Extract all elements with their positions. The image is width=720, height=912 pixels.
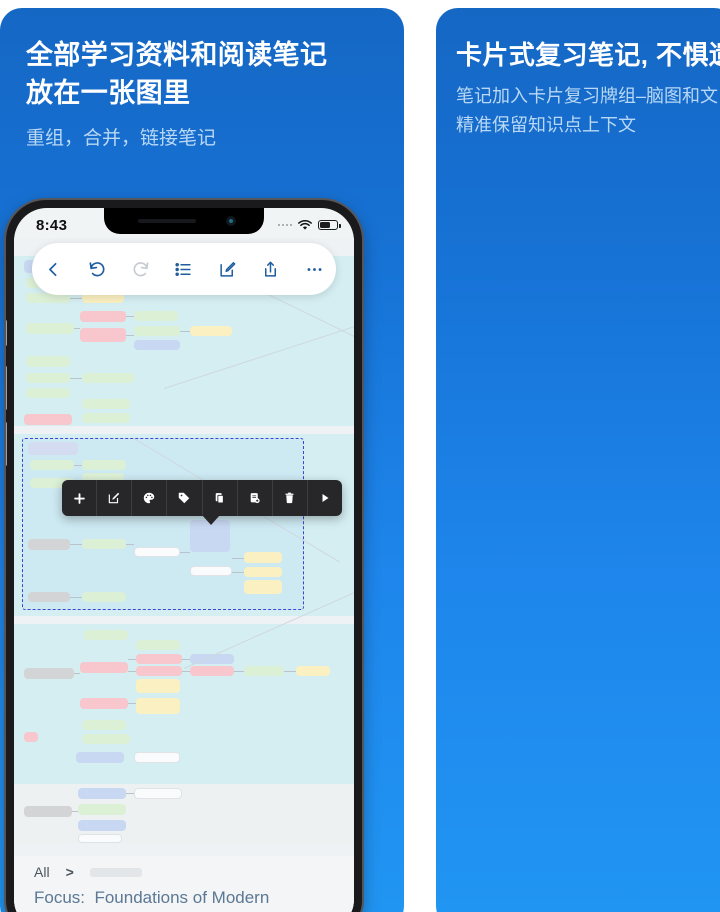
promo-right-head: 卡片式复习笔记, 不惧遗 笔记加入卡片复习牌组–脑图和文 精准保留知识点上下文: [456, 36, 720, 140]
list-icon[interactable]: [171, 256, 197, 282]
node-context-menu[interactable]: [62, 480, 342, 516]
breadcrumb-separator: >: [65, 864, 74, 880]
mindmap-node[interactable]: [136, 679, 180, 693]
phone-notch: [104, 208, 264, 234]
promo-left-head: 全部学习资料和阅读笔记 放在一张图里 重组，合并，链接笔记: [26, 36, 398, 154]
mindmap-region-overflow[interactable]: [14, 784, 354, 844]
front-camera: [226, 216, 236, 226]
clipboard-icon[interactable]: [203, 480, 238, 516]
mindmap-node[interactable]: [244, 552, 282, 563]
context-menu-arrow: [202, 515, 220, 525]
undo-icon[interactable]: [84, 256, 110, 282]
mindmap-node[interactable]: [82, 460, 126, 470]
redo-icon[interactable]: [128, 256, 154, 282]
mindmap-region-selected[interactable]: [14, 434, 354, 616]
mindmap-node[interactable]: [244, 580, 282, 594]
mindmap-node[interactable]: [84, 630, 128, 640]
tag-icon[interactable]: [167, 480, 203, 516]
mindmap-node[interactable]: [82, 413, 130, 423]
mindmap-node[interactable]: [24, 414, 72, 425]
palette-icon[interactable]: [132, 480, 168, 516]
more-icon[interactable]: [301, 256, 327, 282]
status-time: 8:43: [36, 216, 68, 234]
share-icon[interactable]: [258, 256, 284, 282]
mindmap-node[interactable]: [28, 592, 70, 602]
mindmap-node[interactable]: [82, 373, 134, 383]
mindmap-node[interactable]: [80, 698, 128, 709]
edit-icon[interactable]: [214, 256, 240, 282]
mindmap-node[interactable]: [26, 356, 70, 367]
mindmap-node[interactable]: [78, 788, 126, 799]
mindmap-node[interactable]: [136, 698, 180, 714]
mindmap-node[interactable]: [136, 640, 180, 650]
mindmap-node[interactable]: [24, 732, 38, 742]
mindmap-node[interactable]: [78, 820, 126, 831]
mindmap-node[interactable]: [26, 373, 70, 383]
promo-card-right: 卡片式复习笔记, 不惧遗 笔记加入卡片复习牌组–脑图和文 精准保留知识点上下文 …: [436, 8, 720, 912]
mindmap-node[interactable]: [80, 328, 126, 342]
mindmap-node[interactable]: [80, 662, 128, 673]
mindmap-node[interactable]: [26, 388, 70, 398]
phone-screen-left: 8:43 All > Focus: Foundations of Modern: [14, 208, 354, 912]
mindmap-node[interactable]: [134, 340, 180, 350]
plus-icon[interactable]: [62, 480, 98, 516]
breadcrumb-placeholder: [89, 867, 142, 877]
back-icon[interactable]: [41, 256, 67, 282]
promo-right-title: 卡片式复习笔记, 不惧遗: [456, 40, 720, 70]
mindmap-node[interactable]: [80, 311, 126, 322]
mindmap-canvas-left[interactable]: [14, 238, 354, 912]
mindmap-node[interactable]: [24, 668, 74, 679]
mindmap-node[interactable]: [30, 460, 74, 470]
mindmap-node[interactable]: [244, 666, 284, 676]
mindmap-node[interactable]: [190, 326, 232, 336]
promo-card-left: 全部学习资料和阅读笔记 放在一张图里 重组，合并，链接笔记 8:43 All >…: [0, 8, 404, 912]
bottom-info-pane[interactable]: All > Focus: Foundations of Modern Proba…: [14, 856, 354, 912]
status-indicators: [277, 219, 341, 231]
breadcrumb-root[interactable]: All: [34, 864, 50, 880]
mindmap-region-bottom[interactable]: [14, 624, 354, 784]
mindmap-node[interactable]: [136, 654, 182, 664]
battery-icon: [318, 220, 341, 230]
mindmap-node[interactable]: [82, 720, 126, 730]
mindmap-node[interactable]: [82, 734, 130, 744]
promo-right-subtitle: 笔记加入卡片复习牌组–脑图和文 精准保留知识点上下文: [456, 86, 719, 135]
mindmap-node[interactable]: [28, 442, 78, 455]
mindmap-node[interactable]: [134, 788, 182, 799]
phone-mockup-left: 8:43 All > Focus: Foundations of Modern: [6, 200, 362, 912]
clipboard-add-icon[interactable]: [238, 480, 273, 516]
promo-left-subtitle: 重组，合并，链接笔记: [26, 128, 217, 149]
mindmap-node[interactable]: [28, 539, 70, 550]
wifi-icon: [298, 219, 312, 230]
editor-toolbar[interactable]: [32, 243, 336, 295]
mindmap-node[interactable]: [134, 752, 180, 763]
screenshot-root: 全部学习资料和阅读笔记 放在一张图里 重组，合并，链接笔记 8:43 All >…: [0, 0, 720, 912]
mindmap-node[interactable]: [136, 666, 182, 676]
focus-title: Focus: Foundations of Modern Probability…: [34, 888, 270, 912]
edit-icon[interactable]: [97, 480, 133, 516]
mindmap-node[interactable]: [82, 399, 130, 409]
mindmap-node[interactable]: [78, 804, 126, 815]
mindmap-node[interactable]: [134, 547, 180, 557]
mindmap-node[interactable]: [76, 752, 124, 763]
breadcrumb[interactable]: All >: [34, 864, 334, 880]
play-icon[interactable]: [308, 480, 342, 516]
mindmap-node[interactable]: [82, 539, 126, 549]
mindmap-node[interactable]: [134, 326, 180, 336]
mindmap-node[interactable]: [296, 666, 330, 676]
volume-up-button[interactable]: [6, 366, 7, 410]
promo-left-title: 全部学习资料和阅读笔记 放在一张图里: [26, 40, 328, 108]
mindmap-node[interactable]: [244, 567, 282, 577]
mindmap-node[interactable]: [78, 834, 122, 843]
mindmap-node[interactable]: [190, 566, 232, 576]
mindmap-node[interactable]: [26, 323, 74, 334]
mindmap-node[interactable]: [190, 666, 234, 676]
signal-icon: [277, 223, 292, 227]
trash-icon[interactable]: [273, 480, 308, 516]
volume-down-button[interactable]: [6, 422, 7, 466]
mindmap-node[interactable]: [24, 806, 72, 817]
mindmap-node[interactable]: [134, 311, 178, 321]
mute-switch[interactable]: [6, 320, 7, 346]
earpiece-speaker: [138, 219, 196, 223]
mindmap-node[interactable]: [82, 592, 126, 602]
